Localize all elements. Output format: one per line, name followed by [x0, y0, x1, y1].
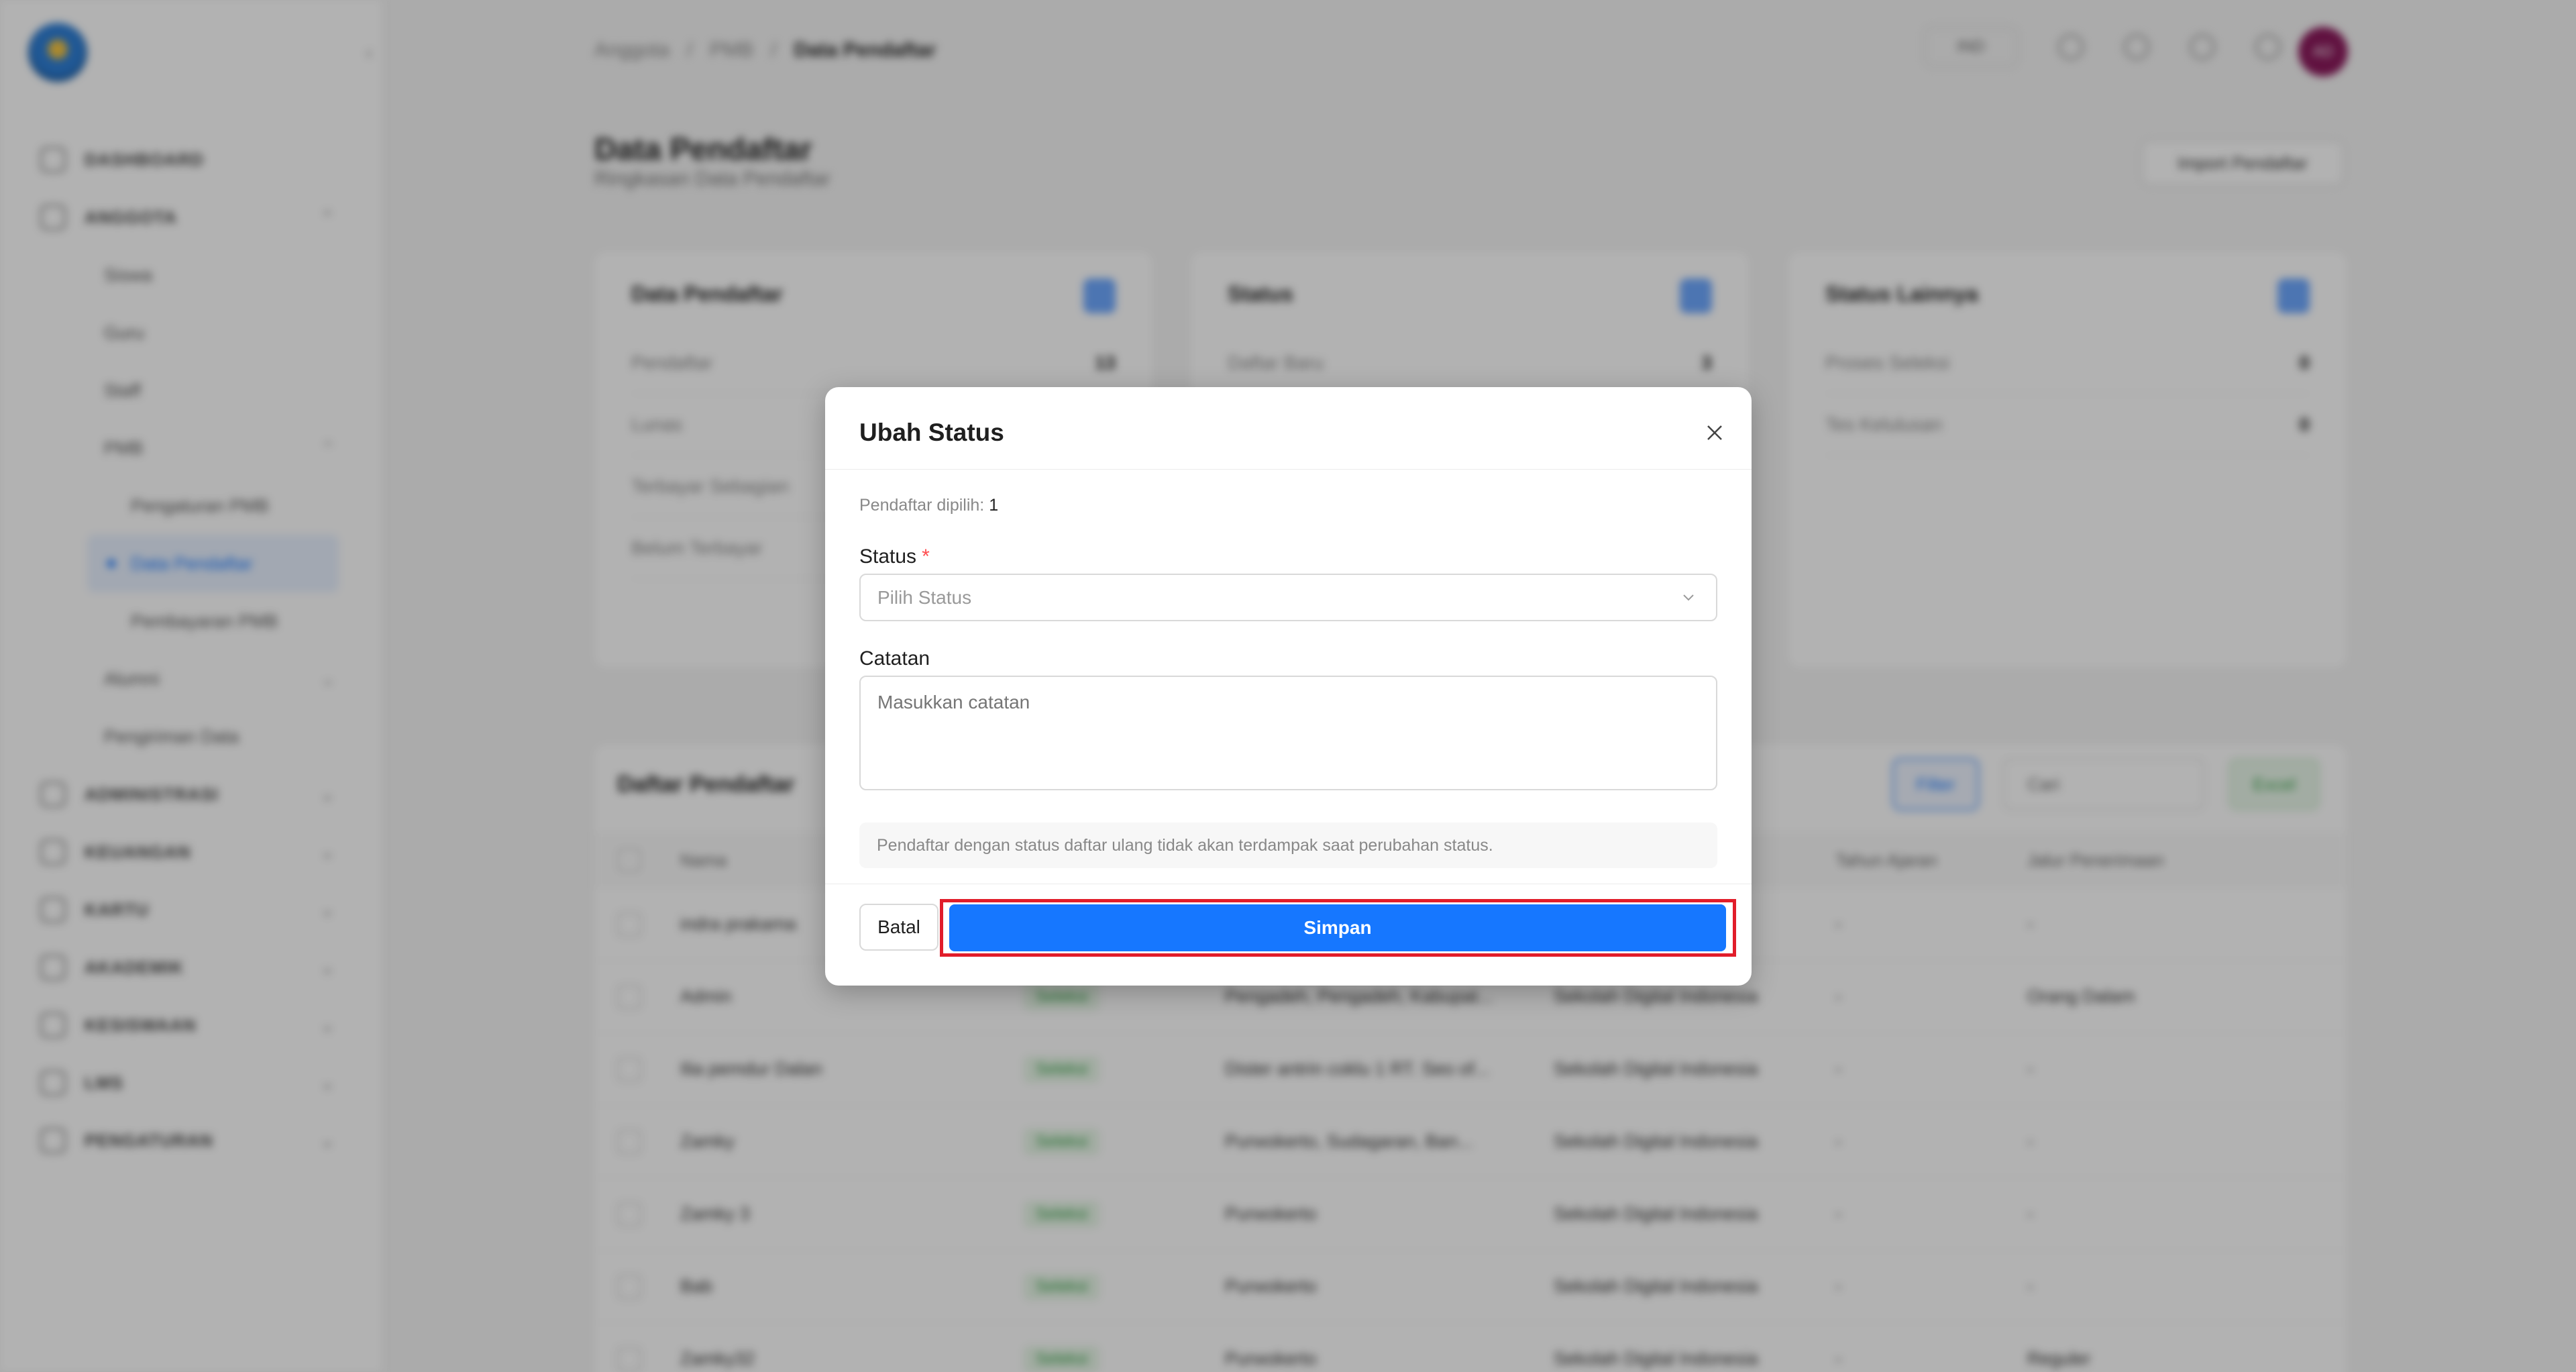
- status-select-placeholder: Pilih Status: [877, 586, 972, 608]
- selected-count-info: Pendaftar dipilih: 1: [859, 496, 999, 515]
- close-icon[interactable]: [1696, 414, 1733, 452]
- modal-header-divider: [825, 469, 1752, 470]
- required-mark: *: [922, 545, 930, 568]
- chevron-down-icon: [1683, 594, 1694, 601]
- notes-label: Catatan: [859, 647, 930, 670]
- info-notice: Pendaftar dengan status daftar ulang tid…: [859, 823, 1717, 868]
- change-status-modal: Ubah Status Pendaftar dipilih: 1 Status *…: [825, 387, 1752, 986]
- cancel-button[interactable]: Batal: [859, 904, 938, 951]
- selected-count: 1: [989, 496, 999, 515]
- save-button[interactable]: Simpan: [949, 904, 1726, 951]
- app-root: ‹ DASHBOARD ANGGOTA ⌃ Siswa Guru Staff PM…: [0, 0, 2576, 1372]
- status-select[interactable]: Pilih Status: [859, 574, 1717, 621]
- modal-title: Ubah Status: [859, 419, 1004, 446]
- status-label: Status *: [859, 545, 930, 568]
- notes-textarea[interactable]: [859, 676, 1717, 790]
